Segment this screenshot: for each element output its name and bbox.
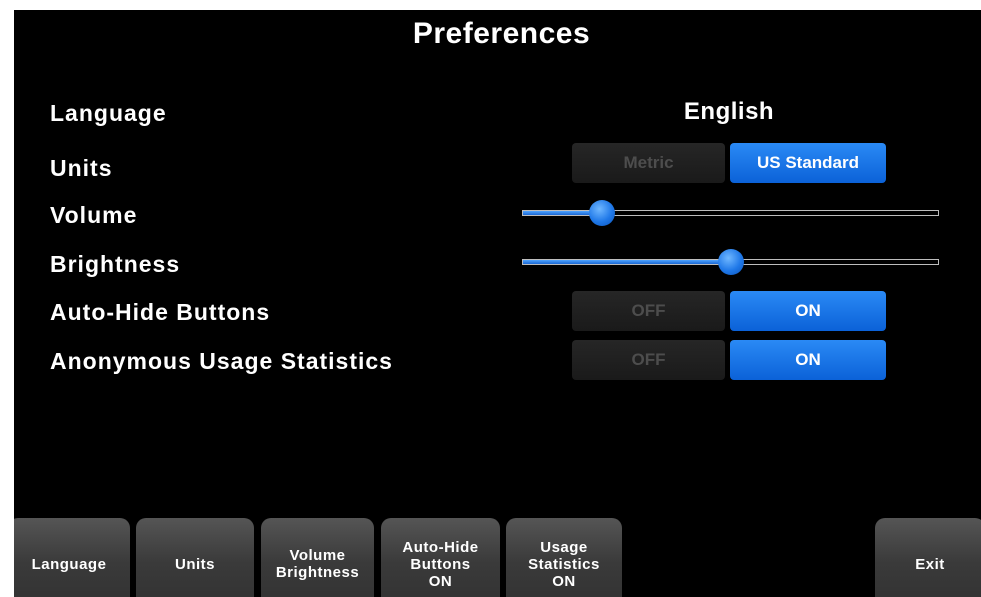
preferences-screen: Preferences Language English Units Metri…	[14, 10, 981, 597]
softkey-units-label: Units	[175, 555, 215, 573]
softkey-usage-stats-line2: Statistics	[528, 555, 600, 573]
volume-slider-handle[interactable]	[588, 200, 615, 226]
softkey-auto-hide-line1: Auto-Hide	[402, 538, 479, 556]
brightness-slider[interactable]	[522, 249, 939, 275]
page-title: Preferences	[412, 17, 591, 50]
usage-stats-on-button[interactable]: ON	[730, 340, 886, 380]
softkey-usage-stats-state: ON	[552, 572, 576, 590]
language-label: Language	[50, 100, 167, 126]
brightness-label: Brightness	[50, 251, 181, 277]
units-label: Units	[50, 155, 113, 181]
units-metric-button[interactable]: Metric	[572, 143, 725, 183]
auto-hide-off-button[interactable]: OFF	[572, 291, 725, 331]
softkey-volume-label: Volume	[289, 547, 346, 564]
auto-hide-label: Auto-Hide Buttons	[50, 299, 271, 325]
language-value[interactable]: English	[644, 98, 814, 126]
brightness-slider-handle[interactable]	[717, 249, 744, 275]
softkey-auto-hide-line2: Buttons	[410, 555, 471, 573]
volume-label: Volume	[50, 202, 138, 228]
softkey-volume-brightness[interactable]: Volume Brightness	[261, 518, 374, 597]
softkey-language[interactable]: Language	[14, 518, 130, 597]
auto-hide-on-button[interactable]: ON	[730, 291, 886, 331]
softkey-units[interactable]: Units	[136, 518, 254, 597]
units-us-standard-button[interactable]: US Standard	[730, 143, 886, 183]
softkey-usage-stats-line1: Usage	[540, 538, 588, 556]
volume-slider[interactable]	[522, 200, 939, 226]
softkey-language-label: Language	[31, 555, 107, 573]
softkey-exit-label: Exit	[915, 555, 945, 573]
softkey-exit[interactable]: Exit	[875, 518, 981, 597]
softkey-usage-stats[interactable]: Usage Statistics ON	[506, 518, 622, 597]
softkey-brightness-label: Brightness	[275, 564, 360, 581]
usage-stats-label: Anonymous Usage Statistics	[50, 348, 393, 374]
softkey-auto-hide[interactable]: Auto-Hide Buttons ON	[381, 518, 500, 597]
softkey-auto-hide-state: ON	[428, 572, 453, 590]
usage-stats-off-button[interactable]: OFF	[572, 340, 725, 380]
brightness-slider-fill	[523, 260, 731, 264]
